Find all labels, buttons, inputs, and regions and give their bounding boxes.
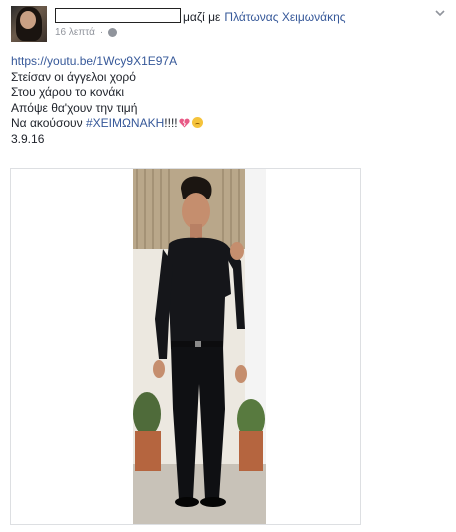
timestamp-link[interactable]: 16 λεπτά [55, 27, 95, 38]
chevron-down-icon[interactable] [434, 8, 446, 18]
hashtag-link[interactable]: #ΧΕΙΜΩΝΑΚΗ [86, 116, 164, 130]
broken-heart-icon [179, 118, 190, 128]
exclamations: !!!! [164, 116, 178, 130]
hashtag-prefix: Να ακούσουν [11, 116, 86, 130]
separator: · [99, 27, 104, 38]
post-photo[interactable] [133, 169, 266, 524]
post-line: Απόψε θα'χουν την τιμή [11, 100, 138, 115]
crying-face-icon [191, 117, 203, 128]
tagged-person-link[interactable]: Πλάτωνας Χειμωνάκης [224, 10, 345, 24]
author-avatar[interactable] [11, 6, 47, 42]
post-line: Στου χάρου το κονάκι [11, 85, 125, 99]
post-photo-container[interactable] [10, 168, 361, 525]
post-date: 3.9.16 [11, 131, 45, 146]
redacted-author-name[interactable] [55, 8, 181, 23]
post-line: Στείσαν οι άγγελοι χορό [11, 69, 136, 84]
post-header: μαζί με Πλάτωνας Χειμωνάκης [55, 8, 346, 24]
feed-post: μαζί με Πλάτωνας Χειμωνάκης 16 λεπτά · ht… [0, 0, 456, 532]
post-meta: 16 λεπτά · [55, 27, 118, 38]
post-body: https://youtu.be/1Wcy9X1E97A Στείσαν οι … [11, 54, 203, 147]
post-line-hashtag: Να ακούσουν #ΧΕΙΜΩΝΑΚΗ!!!! [11, 116, 203, 132]
youtube-link[interactable]: https://youtu.be/1Wcy9X1E97A [11, 54, 177, 68]
globe-icon[interactable] [108, 28, 118, 37]
with-label: μαζί με [183, 10, 221, 24]
